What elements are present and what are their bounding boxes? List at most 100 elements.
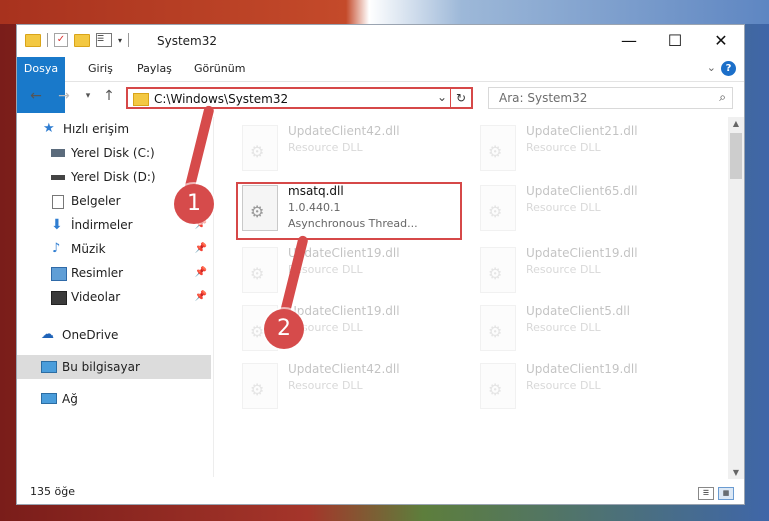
file-item[interactable]: ⚙ UpdateClient19.dll Resource DLL bbox=[478, 241, 706, 297]
file-item[interactable]: ⚙ UpdateClient65.dll Resource DLL bbox=[478, 179, 706, 235]
tab-giris[interactable]: Giriş bbox=[88, 57, 113, 81]
forward-arrow-icon[interactable]: → bbox=[55, 88, 73, 104]
chevron-down-icon[interactable]: ⌄ bbox=[437, 90, 447, 104]
pin-icon[interactable]: 📌 bbox=[195, 237, 207, 261]
video-icon bbox=[51, 291, 67, 305]
file-description: Resource DLL bbox=[526, 201, 601, 214]
help-icon[interactable]: ? bbox=[721, 61, 736, 76]
nav-item-videos[interactable]: Videolar 📌 bbox=[17, 285, 211, 309]
gear-icon: ⚙ bbox=[250, 142, 265, 161]
file-description: Resource DLL bbox=[526, 321, 601, 334]
nav-item-label: Müzik bbox=[71, 242, 106, 256]
customize-toolbar-icon[interactable]: ▾ bbox=[118, 36, 122, 45]
nav-item-label: Videolar bbox=[71, 290, 121, 304]
pin-icon[interactable]: 📌 bbox=[195, 261, 207, 285]
new-folder-icon[interactable] bbox=[74, 33, 90, 47]
nav-item-quick-access[interactable]: ★ Hızlı erişim bbox=[17, 117, 211, 141]
file-item[interactable]: ⚙ UpdateClient19.dll Resource DLL bbox=[478, 357, 706, 413]
tab-gorunum[interactable]: Görünüm bbox=[194, 57, 245, 81]
navigation-bar: ← → ▾ ↑ C:\Windows\System32 ⌄ ↻ Ara: Sys… bbox=[17, 81, 744, 113]
file-name: UpdateClient19.dll bbox=[526, 246, 638, 260]
nav-item-label: OneDrive bbox=[62, 328, 119, 342]
file-item[interactable]: ⚙ UpdateClient42.dll Resource DLL bbox=[240, 357, 468, 413]
dll-file-icon: ⚙ bbox=[480, 185, 516, 231]
properties-check-icon[interactable]: ✓ bbox=[54, 33, 68, 47]
nav-item-onedrive[interactable]: ☁ OneDrive bbox=[17, 323, 211, 347]
up-arrow-icon[interactable]: ↑ bbox=[100, 88, 118, 104]
vertical-scrollbar[interactable]: ▲ ▼ bbox=[728, 117, 744, 479]
file-item[interactable]: ⚙ UpdateClient19.dll Resource DLL bbox=[240, 241, 468, 297]
tab-paylas[interactable]: Paylaş bbox=[137, 57, 172, 81]
scrollbar-thumb[interactable] bbox=[730, 133, 742, 179]
search-icon[interactable]: ⌕ bbox=[719, 90, 726, 105]
step-badge-2: 2 bbox=[264, 309, 304, 349]
quick-access-toolbar: ✓ ☰ ▾ bbox=[25, 33, 130, 47]
nav-item-network[interactable]: Ağ bbox=[17, 387, 211, 411]
details-view-icon[interactable]: ☰ bbox=[698, 487, 714, 500]
nav-item-disk-d[interactable]: Yerel Disk (D:) bbox=[17, 165, 211, 189]
gear-icon: ⚙ bbox=[488, 142, 503, 161]
nav-item-pictures[interactable]: Resimler 📌 bbox=[17, 261, 211, 285]
title-bar: ✓ ☰ ▾ System32 — ☐ ✕ bbox=[17, 25, 744, 57]
dll-file-icon: ⚙ bbox=[242, 247, 278, 293]
file-item[interactable]: ⚙ UpdateClient42.dll Resource DLL bbox=[240, 119, 468, 175]
folder-icon bbox=[25, 33, 41, 47]
gear-icon: ⚙ bbox=[250, 322, 265, 341]
address-path[interactable]: C:\Windows\System32 bbox=[154, 92, 288, 106]
nav-item-label: Ağ bbox=[62, 392, 78, 406]
back-arrow-icon[interactable]: ← bbox=[27, 88, 45, 104]
drive-icon bbox=[51, 149, 65, 157]
music-icon: ♪ bbox=[52, 241, 61, 256]
file-list: ⚙ UpdateClient42.dll Resource DLL ⚙ msat… bbox=[222, 117, 727, 483]
dll-file-icon: ⚙ bbox=[242, 363, 278, 409]
download-icon: ⬇ bbox=[51, 217, 63, 233]
dll-file-icon: ⚙ bbox=[242, 125, 278, 171]
pin-icon[interactable]: 📌 bbox=[195, 285, 207, 309]
file-name: UpdateClient5.dll bbox=[526, 304, 630, 318]
explorer-window: ✓ ☰ ▾ System32 — ☐ ✕ Dosya Giriş Paylaş … bbox=[16, 24, 745, 505]
address-bar[interactable]: C:\Windows\System32 ⌄ ↻ bbox=[126, 87, 473, 109]
folder-icon bbox=[133, 93, 149, 106]
nav-item-label: Bu bilgisayar bbox=[62, 360, 140, 374]
maximize-button[interactable]: ☐ bbox=[652, 25, 698, 57]
item-count: 135 öğe bbox=[30, 485, 75, 498]
scroll-down-icon[interactable]: ▼ bbox=[728, 468, 744, 477]
recent-locations-icon[interactable]: ▾ bbox=[79, 91, 97, 101]
dll-file-icon: ⚙ bbox=[480, 247, 516, 293]
dll-file-icon: ⚙ bbox=[480, 305, 516, 351]
pictures-icon bbox=[51, 267, 67, 281]
gear-icon: ⚙ bbox=[250, 264, 265, 283]
nav-item-label: Yerel Disk (D:) bbox=[71, 170, 156, 184]
scroll-up-icon[interactable]: ▲ bbox=[728, 119, 744, 128]
gear-icon: ⚙ bbox=[488, 322, 503, 341]
file-description: Resource DLL bbox=[526, 379, 601, 392]
search-input[interactable]: Ara: System32 ⌕ bbox=[488, 87, 733, 109]
file-item[interactable]: ⚙ UpdateClient21.dll Resource DLL bbox=[478, 119, 706, 175]
nav-item-disk-c[interactable]: Yerel Disk (C:) bbox=[17, 141, 211, 165]
properties-icon[interactable]: ☰ bbox=[96, 33, 112, 47]
gear-icon: ⚙ bbox=[488, 264, 503, 283]
file-item[interactable]: ⚙ UpdateClient5.dll Resource DLL bbox=[478, 299, 706, 355]
nav-item-label: Resimler bbox=[71, 266, 124, 280]
star-icon: ★ bbox=[43, 121, 55, 136]
file-name: UpdateClient42.dll bbox=[288, 362, 400, 376]
minimize-button[interactable]: — bbox=[606, 25, 652, 57]
file-description: Resource DLL bbox=[288, 141, 363, 154]
gear-icon: ⚙ bbox=[488, 380, 503, 399]
large-icons-view-icon[interactable]: ▦ bbox=[718, 487, 734, 500]
file-name: UpdateClient19.dll bbox=[526, 362, 638, 376]
nav-item-this-pc[interactable]: Bu bilgisayar bbox=[17, 355, 211, 379]
cloud-icon: ☁ bbox=[41, 327, 54, 342]
nav-item-label: İndirmeler bbox=[71, 218, 133, 232]
nav-item-label: Hızlı erişim bbox=[63, 122, 130, 136]
refresh-icon[interactable]: ↻ bbox=[450, 89, 471, 107]
desktop-background bbox=[0, 0, 769, 24]
status-bar: 135 öğe ☰ ▦ bbox=[17, 482, 744, 504]
file-description: Resource DLL bbox=[526, 263, 601, 276]
file-name: UpdateClient65.dll bbox=[526, 184, 638, 198]
file-name: UpdateClient42.dll bbox=[288, 124, 400, 138]
close-button[interactable]: ✕ bbox=[698, 25, 744, 57]
nav-item-music[interactable]: ♪ Müzik 📌 bbox=[17, 237, 211, 261]
separator bbox=[47, 33, 48, 47]
expand-ribbon-icon[interactable]: ⌄ bbox=[707, 61, 716, 74]
